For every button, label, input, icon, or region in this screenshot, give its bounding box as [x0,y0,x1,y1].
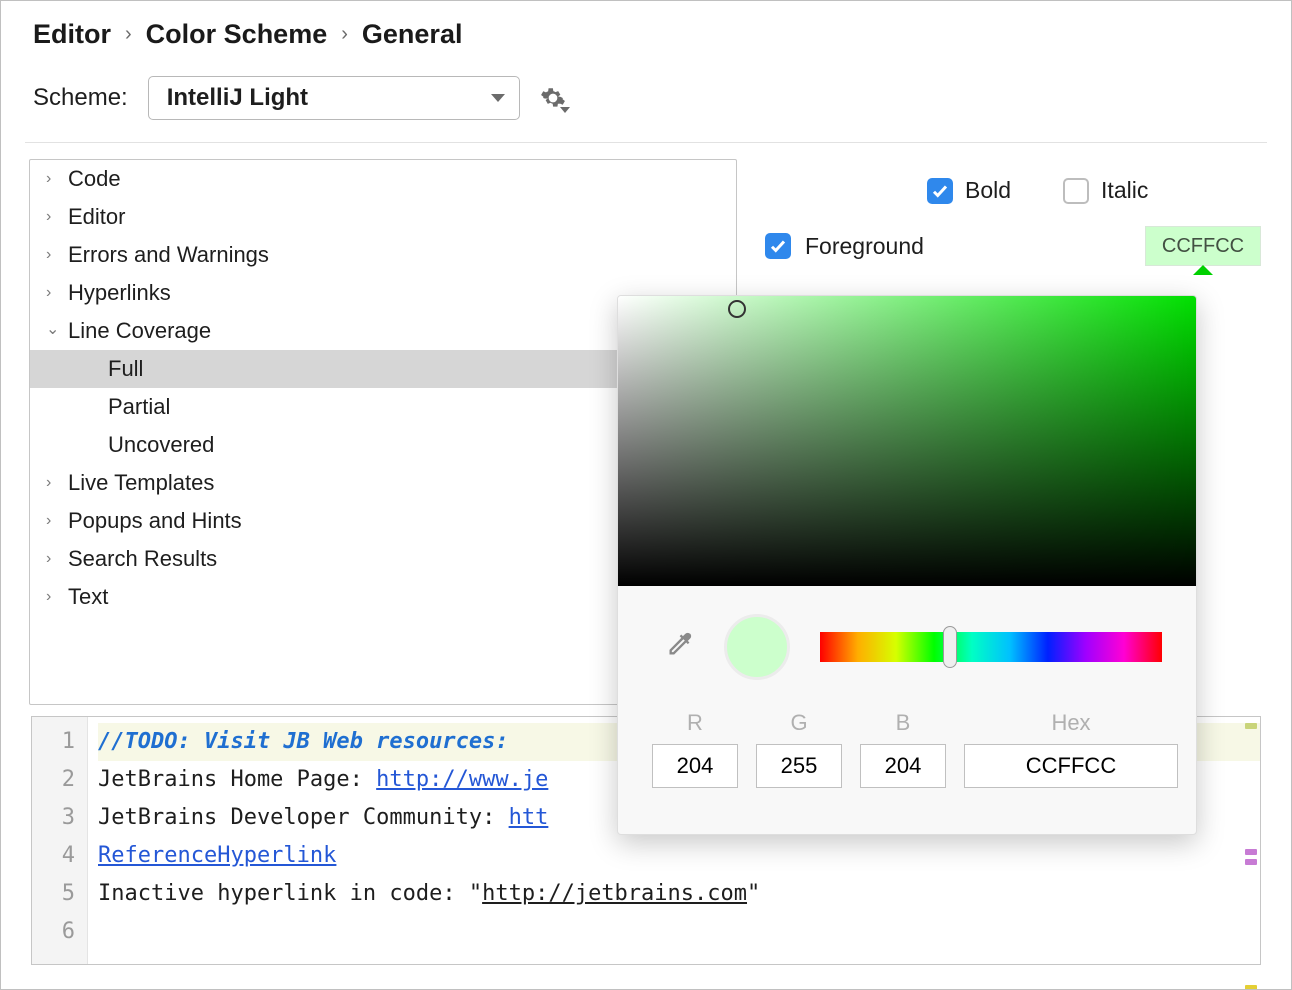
chevron-down-icon: ⌄ [46,319,68,339]
reference-hyperlink[interactable]: ReferenceHyperlink [98,843,336,868]
scheme-value: IntelliJ Light [167,84,308,112]
tree-item-label: Uncovered [108,432,214,458]
gutter: 123456 [32,717,88,964]
checkbox-icon[interactable] [765,233,791,259]
hyperlink[interactable]: htt [509,805,549,830]
foreground-option[interactable]: Foreground [765,233,924,260]
g-input[interactable] [756,744,842,788]
checkbox-icon[interactable] [927,178,953,204]
chevron-right-icon: › [46,208,68,226]
sv-handle[interactable] [728,300,746,318]
g-label: G [790,710,807,736]
r-input[interactable] [652,744,738,788]
r-label: R [687,710,703,736]
chevron-right-icon: › [341,23,348,46]
tree-item[interactable]: ›Errors and Warnings [30,236,736,274]
bold-option[interactable]: Bold [927,177,1011,204]
tree-item-label: Popups and Hints [68,508,242,534]
breadcrumb: Editor › Color Scheme › General [1,1,1291,58]
b-label: B [896,710,911,736]
chevron-down-icon [491,94,505,102]
tree-item-label: Full [108,356,143,382]
eyedropper-icon[interactable] [666,630,694,664]
saturation-value-field[interactable] [618,296,1196,586]
italic-option[interactable]: Italic [1063,177,1148,204]
chevron-right-icon: › [46,246,68,264]
error-stripe[interactable] [1244,723,1258,990]
hue-handle[interactable] [943,626,957,668]
chevron-right-icon: › [46,512,68,530]
chevron-right-icon: › [46,550,68,568]
chevron-right-icon: › [46,588,68,606]
hyperlink[interactable]: http://www.je [376,767,548,792]
tree-item-label: Errors and Warnings [68,242,269,268]
scheme-select[interactable]: IntelliJ Light [148,76,520,120]
tree-item-label: Editor [68,204,125,230]
tree-item-label: Text [68,584,108,610]
chevron-right-icon: › [46,284,68,302]
chevron-right-icon: › [46,170,68,188]
tree-item-label: Live Templates [68,470,214,496]
gear-icon[interactable] [540,85,566,111]
hue-slider[interactable] [820,632,1162,662]
hex-input[interactable] [964,744,1178,788]
breadcrumb-item[interactable]: Color Scheme [146,19,328,50]
tree-item-label: Partial [108,394,170,420]
chevron-right-icon: › [125,23,132,46]
hex-label: Hex [1051,710,1090,736]
tree-item-label: Hyperlinks [68,280,171,306]
checkbox-icon[interactable] [1063,178,1089,204]
tree-item-label: Search Results [68,546,217,572]
breadcrumb-item[interactable]: General [362,19,463,50]
tree-item[interactable]: ›Code [30,160,736,198]
tree-item-label: Line Coverage [68,318,211,344]
tree-item[interactable]: ›Editor [30,198,736,236]
inactive-hyperlink: http://jetbrains.com [482,881,747,906]
foreground-color-swatch[interactable]: CCFFCC [1145,226,1261,266]
color-picker-popup: R G B Hex [617,295,1197,835]
current-color-preview [724,614,790,680]
b-input[interactable] [860,744,946,788]
breadcrumb-item[interactable]: Editor [33,19,111,50]
scheme-label: Scheme: [33,84,128,112]
tree-item-label: Code [68,166,121,192]
chevron-right-icon: › [46,474,68,492]
